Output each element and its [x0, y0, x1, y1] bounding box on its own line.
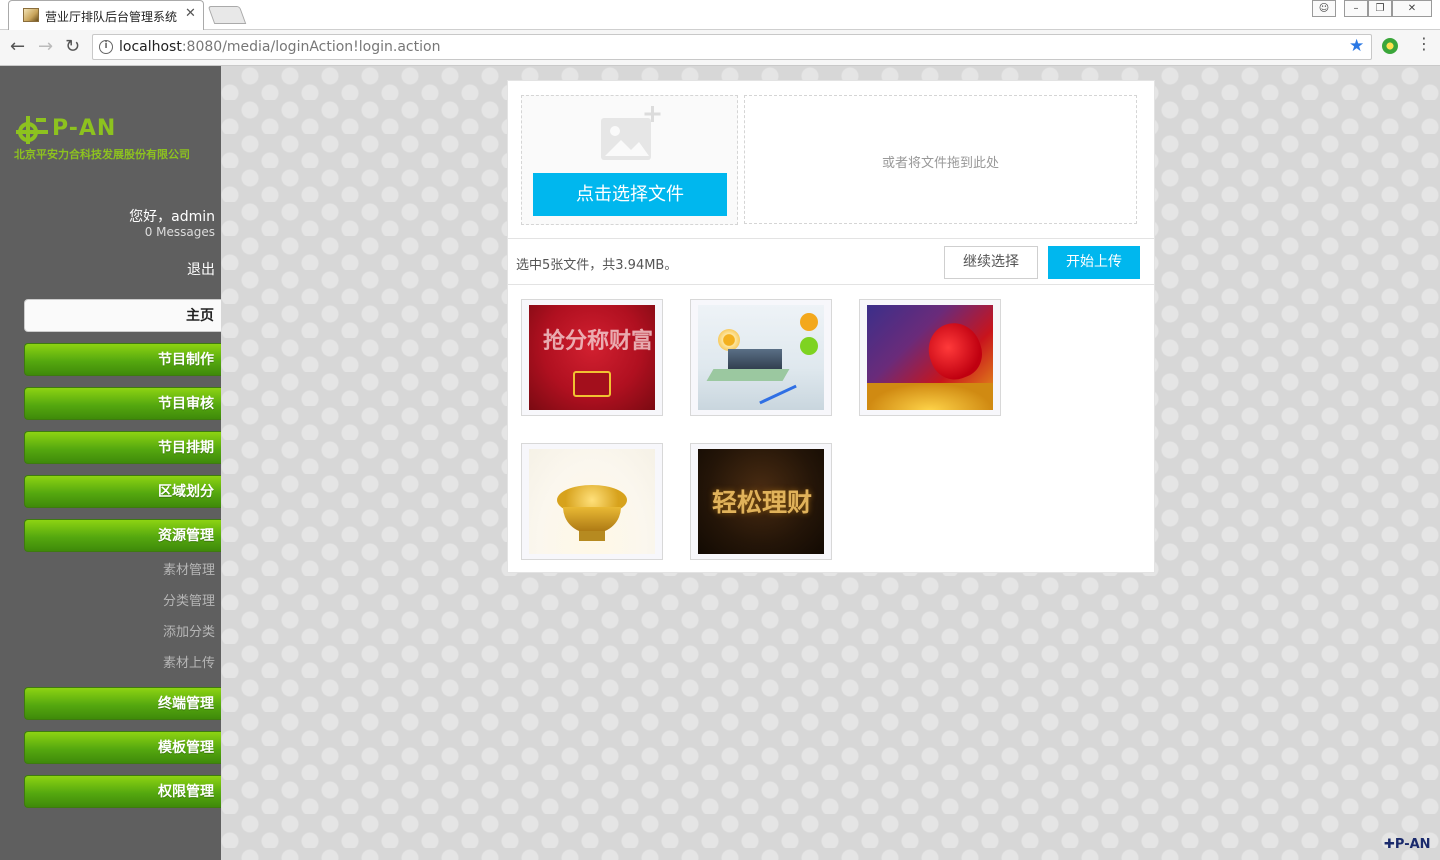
menu-program-schedule[interactable]: 节目排期	[24, 431, 221, 464]
sidebar: P-AN 北京平安力合科技发展股份有限公司 您好，admin 0 Message…	[0, 66, 221, 860]
thumbnail-image: 轻松理财	[698, 449, 824, 554]
pan-logo-icon	[16, 116, 48, 144]
tab-close-icon[interactable]: ✕	[185, 6, 196, 21]
menu-terminal-management[interactable]: 终端管理	[24, 687, 221, 720]
footer-brand-text: P-AN	[1394, 837, 1431, 852]
treasure-bowl-shape	[563, 507, 621, 533]
new-tab-button[interactable]	[207, 6, 247, 24]
selection-info: 选中5张文件，共3.94MB。	[516, 258, 678, 273]
thumbnail-image: 抢分称财富	[529, 305, 655, 410]
company-name: 北京平安力合科技发展股份有限公司	[14, 148, 190, 161]
thumbnail-item[interactable]: 抢分称财富	[521, 299, 663, 416]
bowl-stand-shape	[579, 531, 605, 541]
back-arrow-icon[interactable]: ←	[10, 36, 25, 57]
browser-menu-icon[interactable]: ⋮	[1416, 36, 1432, 52]
menu-program-production[interactable]: 节目制作	[24, 343, 221, 376]
page-background: P-AN 北京平安力合科技发展股份有限公司 您好，admin 0 Message…	[0, 66, 1440, 860]
forward-arrow-icon[interactable]: →	[38, 36, 53, 57]
drop-zone[interactable]: 或者将文件拖到此处	[744, 95, 1137, 224]
sun-flower-shape	[718, 329, 740, 351]
submenu-add-category[interactable]: 添加分类	[163, 621, 215, 640]
browser-toolbar: ← → ↻ i localhost:8080/media/loginAction…	[0, 30, 1440, 66]
address-bar[interactable]: i localhost:8080/media/loginAction!login…	[92, 34, 1372, 60]
url-text: localhost:8080/media/loginAction!login.a…	[119, 39, 440, 55]
logout-link[interactable]: 退出	[187, 259, 215, 279]
thumbnail-image	[698, 305, 824, 410]
upload-status-bar: 选中5张文件，共3.94MB。 继续选择 开始上传	[508, 238, 1154, 285]
add-image-icon	[601, 106, 661, 160]
thumbnail-image	[867, 305, 993, 410]
drop-hint: 或者将文件拖到此处	[881, 156, 999, 171]
submenu-material-management[interactable]: 素材管理	[163, 559, 215, 578]
start-upload-button[interactable]: 开始上传	[1048, 246, 1140, 279]
footer-brand-logo: ✚P-AN	[1384, 837, 1431, 852]
choose-file-button[interactable]: 点击选择文件	[533, 173, 727, 216]
submenu-material-upload[interactable]: 素材上传	[163, 652, 215, 671]
window-close-icon[interactable]: ✕	[1392, 0, 1432, 17]
tab-title: 营业厅排队后台管理系统	[45, 10, 178, 24]
thumbnail-caption: 轻松理财	[712, 488, 813, 517]
logo-wordmark: P-AN	[52, 116, 117, 141]
menu-resource-management[interactable]: 资源管理	[24, 519, 221, 552]
submenu-category-management[interactable]: 分类管理	[163, 590, 215, 609]
bookmark-star-icon[interactable]: ★	[1349, 36, 1364, 56]
green-badge-shape	[800, 337, 818, 355]
user-greeting: 您好，admin	[129, 209, 215, 225]
menu-template-management[interactable]: 模板管理	[24, 731, 221, 764]
reload-icon[interactable]: ↻	[65, 36, 80, 57]
gold-coins-shape	[867, 383, 993, 410]
site-info-icon[interactable]: i	[99, 40, 113, 54]
orange-badge-shape	[800, 313, 818, 331]
file-picker-area: 点击选择文件	[521, 95, 738, 225]
thumbnail-image	[529, 449, 655, 554]
thumbnail-caption: 抢分称财富	[543, 328, 654, 354]
thumbnail-item[interactable]	[521, 443, 663, 560]
upload-panel: 点击选择文件 或者将文件拖到此处 选中5张文件，共3.94MB。 继续选择 开始…	[507, 80, 1155, 573]
thumbnail-item[interactable]	[859, 299, 1001, 416]
footer-logo-icon: ✚	[1384, 837, 1395, 852]
thumbnail-item[interactable]: 轻松理财	[690, 443, 832, 560]
messages-count[interactable]: 0 Messages	[145, 225, 215, 239]
continue-select-button[interactable]: 继续选择	[944, 246, 1038, 279]
red-envelope-shape	[920, 315, 990, 387]
profile-icon[interactable]: ☺	[1312, 0, 1336, 17]
menu-home[interactable]: 主页	[24, 299, 221, 332]
tab-favicon-icon	[23, 8, 39, 22]
url-host: localhost	[119, 39, 182, 55]
minimize-icon[interactable]: –	[1344, 0, 1368, 17]
url-path: :8080/media/loginAction!login.action	[181, 39, 441, 55]
restore-icon[interactable]: ❐	[1368, 0, 1392, 17]
menu-program-review[interactable]: 节目审核	[24, 387, 221, 420]
browser-tab-strip: 营业厅排队后台管理系统 ✕ ☺ – ❐ ✕	[0, 0, 1440, 30]
city-skyline-shape	[728, 349, 782, 371]
trend-arrow-shape	[759, 384, 797, 405]
menu-permission-management[interactable]: 权限管理	[24, 775, 221, 808]
browser-tab-active[interactable]: 营业厅排队后台管理系统 ✕	[8, 0, 204, 30]
paper-plane-shape	[706, 369, 790, 381]
thumbnail-item[interactable]	[690, 299, 832, 416]
menu-region-division[interactable]: 区域划分	[24, 475, 221, 508]
extension-icon[interactable]	[1382, 38, 1398, 54]
gold-seal-shape	[573, 371, 611, 397]
